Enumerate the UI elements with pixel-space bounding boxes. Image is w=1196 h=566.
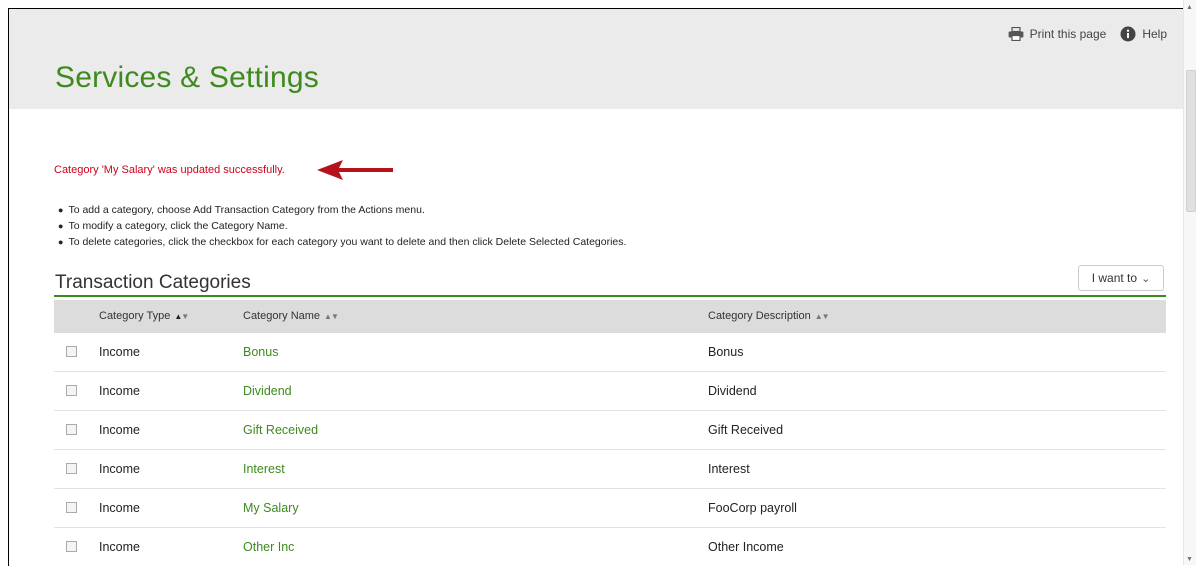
category-description-cell: Dividend [708,384,757,398]
page-title: Services & Settings [55,61,319,94]
category-description-cell: Gift Received [708,423,784,437]
top-links: Print this page Help [1008,26,1167,42]
section-title: Transaction Categories [55,272,251,293]
table-header: Category Type ▲▼ Category Name ▲▼ Catego… [54,300,1166,333]
app-frame: Print this page Help Services & Settings… [8,8,1185,566]
table-row: Income My Salary FooCorp payroll [54,489,1166,528]
category-description-cell: Bonus [708,345,744,359]
category-type-cell: Income [99,501,140,515]
sort-arrows-icon[interactable]: ▲▼ [324,312,339,321]
category-name-link[interactable]: Interest [243,462,285,476]
column-header-description[interactable]: Category Description ▲▼ [708,310,830,322]
info-circle-icon [1120,26,1136,42]
row-checkbox[interactable] [66,463,77,474]
chevron-down-icon: ⌄ [1141,272,1151,285]
category-type-cell: Income [99,384,140,398]
section-divider [54,295,1166,297]
table-row: Income Interest Interest [54,450,1166,489]
print-label: Print this page [1029,27,1107,41]
category-type-cell: Income [99,462,140,476]
category-name-link[interactable]: My Salary [243,501,299,515]
category-description-cell: Other Income [708,540,784,554]
row-checkbox[interactable] [66,502,77,513]
pointer-arrow-icon [317,160,393,180]
category-type-cell: Income [99,423,140,437]
vertical-scrollbar[interactable]: ▲ ▼ [1183,0,1196,565]
row-checkbox[interactable] [66,385,77,396]
scroll-up-icon[interactable]: ▲ [1186,4,1193,11]
category-type-cell: Income [99,345,140,359]
column-header-type[interactable]: Category Type ▲▼ [99,310,189,322]
table-row: Income Other Inc Other Income [54,528,1166,566]
help-label: Help [1142,27,1167,41]
category-name-link[interactable]: Gift Received [243,423,318,437]
sort-arrows-icon[interactable]: ▲▼ [174,312,189,321]
category-name-link[interactable]: Bonus [243,345,278,359]
scroll-down-icon[interactable]: ▼ [1186,556,1193,563]
table-row: Income Gift Received Gift Received [54,411,1166,450]
instructions-list: ● To add a category, choose Add Transacti… [58,202,626,250]
success-message: Category 'My Salary' was updated success… [54,164,285,176]
row-checkbox[interactable] [66,424,77,435]
row-checkbox[interactable] [66,541,77,552]
i-want-to-dropdown[interactable]: I want to ⌄ [1078,265,1164,291]
printer-icon [1008,27,1023,41]
category-description-cell: FooCorp payroll [708,501,797,515]
category-name-link[interactable]: Other Inc [243,540,294,554]
category-description-cell: Interest [708,462,750,476]
row-checkbox[interactable] [66,346,77,357]
header-band: Print this page Help Services & Settings [9,9,1185,109]
instruction-item: ● To add a category, choose Add Transacti… [58,204,425,216]
print-link[interactable]: Print this page [1008,27,1107,41]
table-row: Income Dividend Dividend [54,372,1166,411]
scrollbar-thumb[interactable] [1186,70,1196,212]
help-link[interactable]: Help [1120,26,1167,42]
table-row: Income Bonus Bonus [54,333,1166,372]
table-body: Income Bonus Bonus Income Dividend Divid… [54,333,1166,566]
sort-arrows-icon[interactable]: ▲▼ [815,312,830,321]
column-header-name[interactable]: Category Name ▲▼ [243,310,339,322]
category-name-link[interactable]: Dividend [243,384,292,398]
dropdown-label: I want to [1091,271,1138,285]
instruction-item: ● To modify a category, click the Categor… [58,220,288,232]
category-type-cell: Income [99,540,140,554]
instruction-item: ● To delete categories, click the checkbo… [58,236,627,248]
